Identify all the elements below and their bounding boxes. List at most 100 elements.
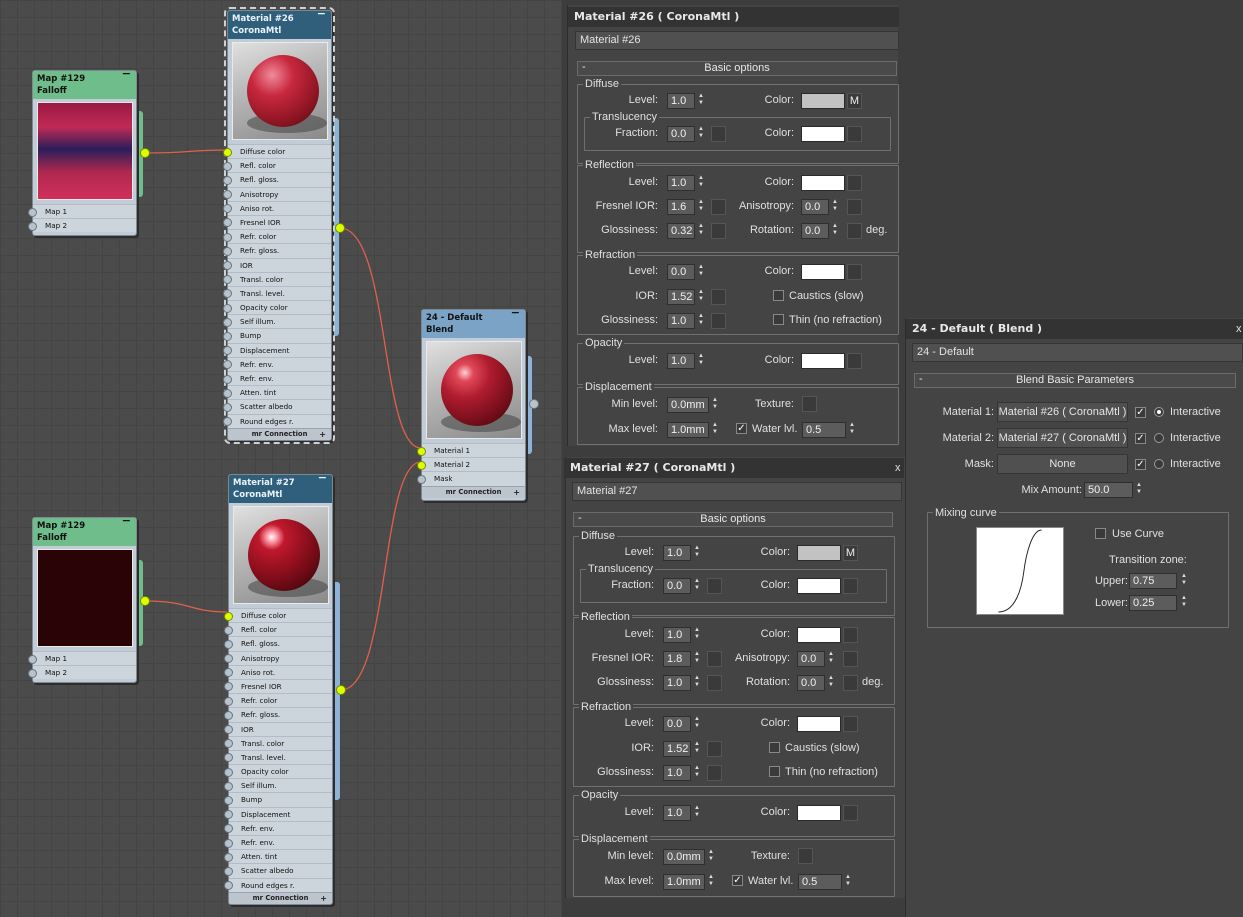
slot-socket-icon[interactable] xyxy=(223,388,232,398)
slot-socket-icon[interactable] xyxy=(28,654,37,664)
anisotropy-map-button[interactable] xyxy=(843,651,858,667)
spinner-arrows-icon[interactable]: ▲ ▼ xyxy=(692,741,702,757)
slot-refr-env[interactable]: Refr. env. xyxy=(223,371,331,386)
slot-socket-icon[interactable] xyxy=(223,360,232,370)
slot-socket-icon[interactable] xyxy=(224,866,233,876)
spinner-arrows-icon[interactable]: ▲ ▼ xyxy=(706,874,716,890)
slot-refr-env[interactable]: Refr. env. xyxy=(224,835,332,850)
material-2-button[interactable]: Material #27 ( CoronaMtl ) xyxy=(997,428,1128,448)
opacity-level-spinner[interactable]: 1.0 xyxy=(667,353,695,369)
basic-options-rollout-header[interactable]: - Basic options xyxy=(577,61,897,76)
spinner-arrows-icon[interactable]: ▲ ▼ xyxy=(696,223,706,239)
slot-transl-level[interactable]: Transl. level. xyxy=(224,749,332,765)
opacity-color-map-button[interactable] xyxy=(843,805,858,821)
spinner-arrows-icon[interactable]: ▲ ▼ xyxy=(696,93,706,109)
thin-checkbox[interactable] xyxy=(773,314,784,325)
expand-icon[interactable]: + xyxy=(513,487,520,498)
spinner-arrows-icon[interactable]: ▲ ▼ xyxy=(692,578,702,594)
refraction-level-spinner[interactable]: 0.0 xyxy=(663,716,691,732)
material-1-enable-checkbox[interactable]: ✓ xyxy=(1135,407,1146,418)
falloff-node-top[interactable]: Map #129 Falloff − Map 1 Map 2 xyxy=(28,68,137,236)
slot-scatter-albedo[interactable]: Scatter albedo xyxy=(224,863,332,878)
spinner-arrows-icon[interactable]: ▲ ▼ xyxy=(692,716,702,732)
diffuse-level-spinner[interactable]: 1.0 xyxy=(663,545,691,561)
water-level-checkbox[interactable]: ✓ xyxy=(736,423,747,434)
slot-displacement[interactable]: Displacement xyxy=(224,806,332,821)
slot-bump[interactable]: Bump xyxy=(223,328,331,343)
water-level-checkbox[interactable]: ✓ xyxy=(732,875,743,886)
slot-socket-icon[interactable] xyxy=(224,611,233,621)
translucency-fraction-spinner[interactable]: 0.0 xyxy=(667,126,695,142)
reflection-color-swatch[interactable] xyxy=(797,627,841,643)
blend-basic-parameters-rollout-header[interactable]: - Blend Basic Parameters xyxy=(914,373,1236,388)
displacement-texture-button[interactable] xyxy=(802,396,817,412)
slot-socket-icon[interactable] xyxy=(224,682,233,692)
mask-interactive-radio[interactable] xyxy=(1154,459,1164,469)
slot-displacement[interactable]: Displacement xyxy=(223,342,331,357)
slot-fresnel-ior[interactable]: Fresnel IOR xyxy=(224,678,332,694)
slot-scatter-albedo[interactable]: Scatter albedo xyxy=(223,399,331,414)
slot-socket-icon[interactable] xyxy=(224,767,233,777)
ior-spinner[interactable]: 1.52 xyxy=(663,741,691,757)
collapse-icon[interactable]: - xyxy=(919,373,923,386)
slot-anisotropy[interactable]: Anisotropy xyxy=(223,186,331,201)
refraction-color-map-button[interactable] xyxy=(847,264,862,280)
spinner-arrows-icon[interactable]: ▲ ▼ xyxy=(826,675,836,691)
translucency-map-button[interactable] xyxy=(707,578,722,594)
refraction-level-spinner[interactable]: 0.0 xyxy=(667,264,695,280)
diffuse-map-button[interactable]: M xyxy=(843,545,858,561)
rotation-spinner[interactable]: 0.0 xyxy=(797,675,825,691)
slot-map-1[interactable]: Map 1 xyxy=(28,651,136,666)
slot-socket-icon[interactable] xyxy=(223,190,232,200)
spinner-arrows-icon[interactable]: ▲ ▼ xyxy=(692,545,702,561)
slot-socket-icon[interactable] xyxy=(224,654,233,664)
translucency-map-button[interactable] xyxy=(711,126,726,142)
slot-map-1[interactable]: Map 1 xyxy=(28,204,136,219)
slot-socket-icon[interactable] xyxy=(223,289,232,299)
opacity-color-map-button[interactable] xyxy=(847,353,862,369)
thin-checkbox[interactable] xyxy=(769,766,780,777)
slot-fresnel-ior[interactable]: Fresnel IOR xyxy=(223,214,331,230)
slot-socket-icon[interactable] xyxy=(417,460,426,470)
slot-socket-icon[interactable] xyxy=(223,331,232,341)
node-header[interactable]: Map #129 Falloff − xyxy=(33,68,136,99)
slot-socket-icon[interactable] xyxy=(224,781,233,791)
slot-refr-gloss[interactable]: Refr. gloss. xyxy=(224,707,332,722)
minimize-icon[interactable]: − xyxy=(511,307,520,319)
slot-socket-icon[interactable] xyxy=(28,221,37,231)
refraction-glossiness-spinner[interactable]: 1.0 xyxy=(663,765,691,781)
mask-button[interactable]: None xyxy=(997,454,1128,474)
translucency-color-swatch[interactable] xyxy=(801,126,845,142)
spinner-arrows-icon[interactable]: ▲ ▼ xyxy=(692,675,702,691)
minimize-icon[interactable]: − xyxy=(318,472,327,484)
slot-socket-icon[interactable] xyxy=(28,668,37,678)
slot-map-2[interactable]: Map 2 xyxy=(28,218,136,233)
output-socket-icon[interactable] xyxy=(336,685,346,695)
slot-map-2[interactable]: Map 2 xyxy=(28,665,136,680)
slot-socket-icon[interactable] xyxy=(224,710,233,720)
spinner-arrows-icon[interactable]: ▲ ▼ xyxy=(692,765,702,781)
spinner-arrows-icon[interactable]: ▲ ▼ xyxy=(696,264,706,280)
slot-socket-icon[interactable] xyxy=(224,668,233,678)
slot-socket-icon[interactable] xyxy=(223,346,232,356)
reflection-color-map-button[interactable] xyxy=(847,175,862,191)
slot-ior[interactable]: IOR xyxy=(224,721,332,736)
material-2-interactive-radio[interactable] xyxy=(1154,433,1164,443)
max-level-spinner[interactable]: 1.0mm xyxy=(667,422,709,438)
reflection-color-swatch[interactable] xyxy=(801,175,845,191)
use-curve-checkbox[interactable] xyxy=(1095,528,1106,539)
slot-anisotropy[interactable]: Anisotropy xyxy=(224,650,332,665)
opacity-level-spinner[interactable]: 1.0 xyxy=(663,805,691,821)
spinner-arrows-icon[interactable]: ▲ ▼ xyxy=(696,126,706,142)
material-name-field[interactable]: Material #26 xyxy=(575,31,899,50)
slot-socket-icon[interactable] xyxy=(28,207,37,217)
slot-socket-icon[interactable] xyxy=(224,639,233,649)
reflection-level-spinner[interactable]: 1.0 xyxy=(667,175,695,191)
translucency-color-swatch[interactable] xyxy=(797,578,841,594)
slate-node-canvas[interactable]: Map #129 Falloff − Map 1 Map 2 Map #129 … xyxy=(0,0,562,917)
slot-socket-icon[interactable] xyxy=(223,374,232,384)
slot-refl-gloss[interactable]: Refl. gloss. xyxy=(223,172,331,187)
spinner-arrows-icon[interactable]: ▲ ▼ xyxy=(706,849,716,865)
lower-spinner[interactable]: 0.25 xyxy=(1129,595,1177,611)
blend-node[interactable]: 24 - Default Blend − Material 1 Material… xyxy=(417,307,526,501)
